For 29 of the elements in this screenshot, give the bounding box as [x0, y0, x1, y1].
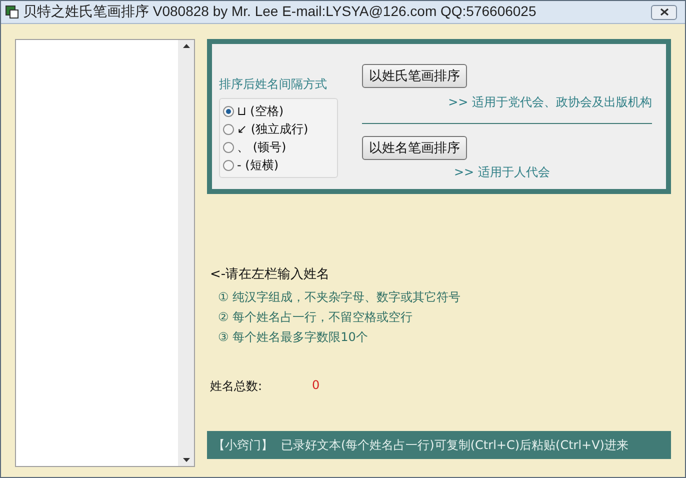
- app-icon: [5, 5, 19, 19]
- total-label: 姓名总数:: [210, 378, 262, 395]
- radio-button[interactable]: [223, 124, 234, 134]
- separator-label: 排序后姓名间隔方式: [219, 76, 328, 93]
- radio-button[interactable]: [223, 142, 234, 152]
- scrollbar[interactable]: [178, 40, 194, 466]
- close-icon: [660, 8, 668, 16]
- separator-option[interactable]: - (短横): [223, 156, 331, 174]
- tip-text: 已录好文本(每个姓名占一行)可复制(Ctrl+C)后粘贴(Ctrl+V)进来: [281, 436, 628, 454]
- scroll-down-icon[interactable]: [182, 458, 190, 462]
- separator-option[interactable]: 、 (顿号): [223, 138, 331, 156]
- close-button[interactable]: [651, 4, 677, 20]
- instruction-heading: <-请在左栏输入姓名: [210, 266, 331, 283]
- sort-button[interactable]: 以姓氏笔画排序: [362, 64, 467, 88]
- separator-option[interactable]: ⊔ (空格): [223, 102, 331, 120]
- name-input-field[interactable]: [15, 39, 195, 467]
- window-title: 贝特之姓氏笔画排序 V080828 by Mr. Lee E-mail:LYSYA@126.com QQ:576606025: [23, 3, 538, 21]
- radio-button[interactable]: [223, 106, 234, 116]
- total-value: 0: [312, 378, 320, 394]
- tip-tag: 【小窍门】: [213, 436, 273, 454]
- sort-note: >> 适用于人代会: [454, 164, 551, 181]
- sort-button[interactable]: 以姓名笔画排序: [362, 136, 467, 160]
- separator-option[interactable]: ↙ (独立成行): [223, 120, 331, 138]
- rule-text: ① 纯汉字组成，不夹杂字母、数字或其它符号: [218, 289, 462, 306]
- radio-button[interactable]: [223, 160, 234, 170]
- rule-text: ② 每个姓名占一行，不留空格或空行: [218, 309, 414, 326]
- rule-text: ③ 每个姓名最多字数限10个: [218, 329, 369, 346]
- scroll-up-icon[interactable]: [182, 44, 190, 48]
- sort-note: >> 适用于党代会、政协会及出版机构: [448, 94, 652, 111]
